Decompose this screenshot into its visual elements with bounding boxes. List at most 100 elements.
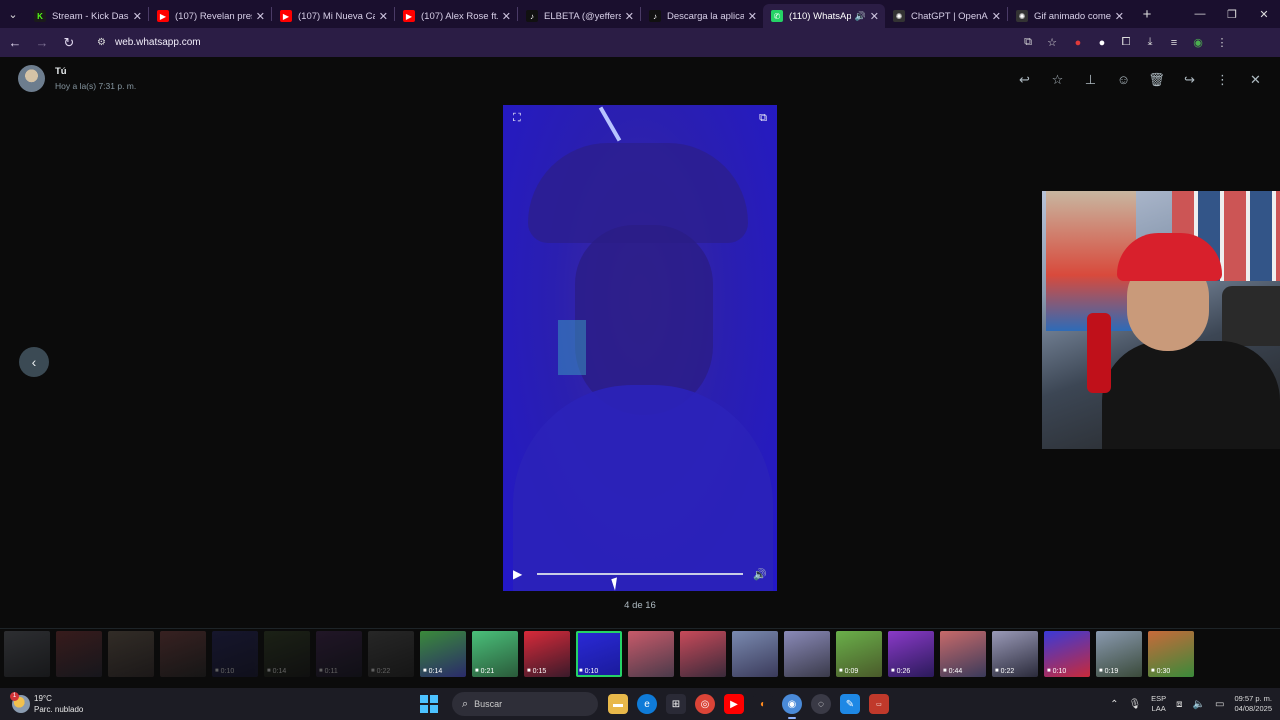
close-window-icon[interactable]: ✕ xyxy=(1248,8,1280,21)
extension-white-icon[interactable]: ● xyxy=(1093,34,1111,52)
media-controls-icon[interactable]: ≡ xyxy=(1165,34,1183,52)
show-hidden-icons-icon[interactable]: ⌃ xyxy=(1110,699,1118,710)
media-thumbnail[interactable] xyxy=(680,630,726,677)
firefox-icon[interactable]: ◐ xyxy=(753,694,773,714)
start-windows-icon[interactable] xyxy=(420,695,438,713)
language-indicator[interactable]: ESP LAA xyxy=(1151,694,1166,714)
play-icon[interactable]: ▶ xyxy=(513,568,525,580)
media-thumbnail[interactable] xyxy=(784,630,830,677)
reload-icon[interactable]: ↻ xyxy=(57,31,81,55)
bookmark-star-icon[interactable]: ☆ xyxy=(1043,36,1061,49)
browser-tab[interactable]: ✆ (110) WhatsApp 🔊 ✕ xyxy=(763,4,885,28)
browser-tab[interactable]: ♪ Descarga la aplicación ✕ xyxy=(641,4,763,28)
close-tab-icon[interactable]: ✕ xyxy=(502,10,511,23)
file-explorer-icon[interactable]: ▬ xyxy=(608,694,628,714)
chrome-icon[interactable]: ◎ xyxy=(695,694,715,714)
browser-tab[interactable]: ▶ (107) Mi Nueva Casa ✕ xyxy=(272,4,394,28)
new-tab-plus-icon[interactable]: + xyxy=(1136,3,1158,25)
voicemeeter-icon[interactable]: ▭ xyxy=(869,694,889,714)
obs-icon[interactable]: ◌ xyxy=(811,694,831,714)
weather-widget[interactable]: 1 19°C Parc. nublado xyxy=(10,692,152,715)
video-player[interactable]: ⛶ ⧉ ▶ 🔊 xyxy=(503,105,777,591)
tab-audio-icon[interactable]: 🔊 xyxy=(855,11,866,22)
site-info-icon[interactable]: ⚙ xyxy=(97,37,109,49)
browser-tab[interactable]: ▶ (107) Revelan presunto ✕ xyxy=(149,4,271,28)
network-icon[interactable]: ⧈ xyxy=(1176,699,1182,710)
media-thumbnail[interactable]: 0:10 xyxy=(1044,630,1090,677)
close-tab-icon[interactable]: ✕ xyxy=(379,10,388,23)
browser-tab[interactable]: ✺ ChatGPT | OpenAI ✕ xyxy=(885,4,1007,28)
media-thumbnail[interactable] xyxy=(108,630,154,677)
picture-in-picture-icon[interactable]: ⧉ xyxy=(759,112,767,125)
media-thumbnail[interactable]: 0:22 xyxy=(992,630,1038,677)
browser-tab[interactable]: ▶ (107) Alex Rose ft. Cazzu ✕ xyxy=(395,4,517,28)
tab-search-chevron-icon[interactable]: ⌄ xyxy=(0,0,26,28)
media-thumbnail[interactable]: 0:22 xyxy=(368,630,414,677)
close-viewer-icon[interactable]: ✕ xyxy=(1245,69,1266,90)
media-thumbnail[interactable]: 0:14 xyxy=(420,630,466,677)
forward-icon[interactable]: ↪ xyxy=(1179,69,1200,90)
install-app-icon[interactable]: ⧉ xyxy=(1019,36,1037,49)
browser-tab[interactable]: K Stream - Kick Dashboard ✕ xyxy=(26,4,148,28)
close-tab-icon[interactable]: ✕ xyxy=(748,10,757,23)
media-thumbnail[interactable] xyxy=(160,630,206,677)
media-thumbnail[interactable]: 0:21 xyxy=(472,630,518,677)
browser-tab[interactable]: ♪ ELBETA (@yeffersonl ✕ xyxy=(518,4,640,28)
forward-arrow-icon[interactable]: → xyxy=(30,31,54,55)
sender-header[interactable]: Tú Hoy a la(s) 7:31 p. m. xyxy=(18,65,136,92)
media-thumbnail[interactable]: 0:30 xyxy=(1148,630,1194,677)
media-thumbnail-selected[interactable]: 0:10 xyxy=(576,630,622,677)
close-tab-icon[interactable]: ✕ xyxy=(625,10,634,23)
media-thumbnail[interactable]: 0:11 xyxy=(316,630,362,677)
close-tab-icon[interactable]: ✕ xyxy=(256,10,265,23)
close-tab-icon[interactable]: ✕ xyxy=(870,10,879,23)
url-text[interactable]: web.whatsapp.com xyxy=(115,37,201,48)
media-thumbnail[interactable]: 0:15 xyxy=(524,630,570,677)
close-tab-icon[interactable]: ✕ xyxy=(992,10,1001,23)
reply-icon[interactable]: ↩ xyxy=(1014,69,1035,90)
browser-tab[interactable]: ✺ Gif animado comenz ✕ xyxy=(1008,4,1130,28)
paint-icon[interactable]: ✎ xyxy=(840,694,860,714)
close-tab-icon[interactable]: ✕ xyxy=(133,10,142,23)
back-arrow-icon[interactable]: ← xyxy=(3,31,27,55)
video-progress-bar[interactable] xyxy=(537,573,744,575)
tab-title: ChatGPT | OpenAI xyxy=(911,10,988,22)
media-thumbnail[interactable] xyxy=(628,630,674,677)
downloads-icon[interactable]: ⤓ xyxy=(1141,34,1159,52)
media-thumbnail[interactable] xyxy=(4,630,50,677)
clock[interactable]: 09:57 p. m. 04/08/2025 xyxy=(1234,694,1272,714)
media-thumbnail[interactable]: 0:19 xyxy=(1096,630,1142,677)
close-tab-icon[interactable]: ✕ xyxy=(1115,10,1124,23)
media-thumbnail[interactable] xyxy=(732,630,778,677)
youtube-icon[interactable]: ▶ xyxy=(724,694,744,714)
browser-menu-icon[interactable]: ⋮ xyxy=(1213,34,1231,52)
store-icon[interactable]: ⊞ xyxy=(666,694,686,714)
speaker-icon[interactable]: 🔈 xyxy=(1193,699,1205,710)
restore-icon[interactable]: ❐ xyxy=(1216,8,1248,21)
media-thumbnail[interactable]: 0:44 xyxy=(940,630,986,677)
microphone-icon[interactable]: 🎙 xyxy=(1128,699,1141,710)
battery-icon[interactable]: ▭ xyxy=(1215,699,1224,710)
extension-red-icon[interactable]: ● xyxy=(1069,34,1087,52)
star-icon[interactable]: ☆ xyxy=(1047,69,1068,90)
media-thumbnail[interactable] xyxy=(56,630,102,677)
media-thumbnail[interactable]: 0:14 xyxy=(264,630,310,677)
media-thumbnail[interactable]: 0:26 xyxy=(888,630,934,677)
edge-icon[interactable]: e xyxy=(637,694,657,714)
more-options-icon[interactable]: ⋮ xyxy=(1212,69,1233,90)
fullscreen-icon[interactable]: ⛶ xyxy=(513,112,521,125)
profile-icon[interactable]: ◉ xyxy=(1189,34,1207,52)
pin-icon[interactable]: ⊥ xyxy=(1080,69,1101,90)
previous-media-button[interactable]: ‹ xyxy=(19,347,49,377)
media-thumbnail[interactable]: 0:10 xyxy=(212,630,258,677)
extensions-puzzle-icon[interactable]: ⧠ xyxy=(1117,34,1135,52)
volume-icon[interactable]: 🔊 xyxy=(753,568,767,581)
delete-icon[interactable]: 🗑 xyxy=(1146,69,1167,90)
emoji-react-icon[interactable]: ☺ xyxy=(1113,69,1134,90)
omnibox[interactable]: ⚙ web.whatsapp.com ⧉ ☆ xyxy=(89,32,1069,54)
media-thumbnail[interactable]: 0:09 xyxy=(836,630,882,677)
chrome-profile-icon[interactable]: ◉ xyxy=(782,694,802,719)
taskbar-search[interactable]: ⌕ Buscar xyxy=(452,692,598,716)
minimize-icon[interactable]: — xyxy=(1184,8,1216,21)
avatar[interactable] xyxy=(18,65,45,92)
